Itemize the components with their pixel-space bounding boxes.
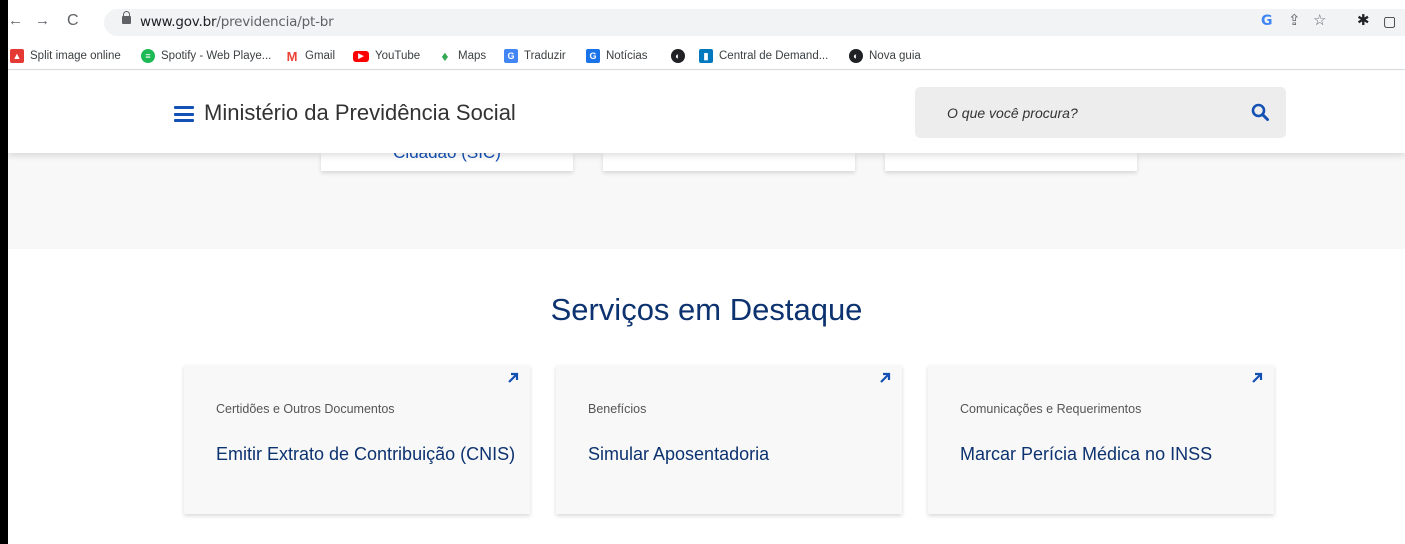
reload-icon[interactable]: C: [67, 13, 79, 29]
card-title[interactable]: Simular Aposentadoria: [588, 442, 888, 466]
external-link-arrow-icon: [508, 372, 519, 383]
side-panel-icon[interactable]: ▢: [1383, 13, 1396, 29]
spotify-icon: ≡: [141, 49, 155, 63]
star-icon[interactable]: ☆: [1313, 13, 1326, 29]
site-title[interactable]: Ministério da Previdência Social: [204, 100, 516, 126]
card-title[interactable]: Emitir Extrato de Contribuição (CNIS): [216, 442, 516, 466]
extensions-icon[interactable]: ✱: [1357, 13, 1370, 29]
card-category: Certidões e Outros Documentos: [216, 402, 395, 416]
top-card[interactable]: [885, 153, 1137, 171]
translate-icon: G: [504, 49, 518, 63]
bookmark-spotify[interactable]: ≡ Spotify - Web Playe...: [141, 48, 271, 64]
top-card-sic[interactable]: Cidadão (SIC): [321, 153, 573, 171]
split-image-icon: ▲: [10, 49, 24, 63]
bookmarks-bar: ▲ Split image online ≡ Spotify - Web Pla…: [8, 42, 1405, 70]
external-link-arrow-icon: [880, 372, 891, 383]
bookmark-gmail[interactable]: M Gmail: [285, 48, 335, 64]
card-title[interactable]: Marcar Perícia Médica no INSS: [960, 442, 1260, 466]
address-bar[interactable]: www.gov.br/previdencia/pt-br: [104, 9, 1405, 36]
search-icon[interactable]: [1251, 103, 1269, 121]
url-text[interactable]: www.gov.br/previdencia/pt-br: [140, 14, 334, 30]
browser-toolbar: ← → C www.gov.br/previdencia/pt-br G ⇪ ☆…: [8, 0, 1405, 42]
bookmark-news[interactable]: G Notícias: [586, 48, 648, 64]
bookmark-translate[interactable]: G Traduzir: [504, 48, 566, 64]
bookmark-central-demandas[interactable]: ▮ Central de Demand...: [699, 48, 828, 64]
card-category: Comunicações e Requerimentos: [960, 402, 1142, 416]
bookmark-globe[interactable]: ◐: [671, 48, 691, 64]
share-icon[interactable]: ⇪: [1288, 13, 1301, 29]
site-header: Ministério da Previdência Social O que v…: [8, 71, 1405, 153]
bookmark-maps[interactable]: ♦ Maps: [438, 48, 486, 64]
top-card[interactable]: [603, 153, 855, 171]
top-section: Cidadão (SIC): [8, 153, 1405, 249]
news-icon: G: [586, 49, 600, 63]
services-heading: Serviços em Destaque: [550, 292, 863, 327]
globe-icon: ◐: [671, 49, 685, 63]
maps-icon: ♦: [441, 48, 449, 64]
service-card[interactable]: Certidões e Outros Documentos Emitir Ext…: [184, 365, 530, 514]
back-arrow-icon[interactable]: ←: [8, 13, 23, 29]
youtube-icon: ▶: [353, 50, 369, 62]
gmail-icon: M: [286, 48, 298, 64]
card-category: Benefícios: [588, 402, 647, 416]
search-input[interactable]: O que você procura?: [915, 87, 1286, 138]
browser-window: ← → C www.gov.br/previdencia/pt-br G ⇪ ☆…: [8, 0, 1405, 544]
search-placeholder: O que você procura?: [947, 105, 1078, 121]
bookmark-nova-guia[interactable]: ◐ Nova guia: [849, 48, 921, 64]
bookmark-youtube[interactable]: ▶ YouTube: [353, 48, 420, 64]
globe-icon: ◐: [849, 49, 863, 63]
lock-icon: [122, 11, 131, 24]
service-card[interactable]: Benefícios Simular Aposentadoria: [556, 365, 902, 514]
external-link-arrow-icon: [1252, 372, 1263, 383]
forward-arrow-icon[interactable]: →: [35, 13, 50, 29]
bookmark-split-image[interactable]: ▲ Split image online: [10, 48, 121, 64]
menu-icon[interactable]: [174, 106, 194, 122]
trello-icon: ▮: [699, 49, 713, 63]
google-icon[interactable]: G: [1261, 13, 1273, 29]
service-card[interactable]: Comunicações e Requerimentos Marcar Perí…: [928, 365, 1274, 514]
